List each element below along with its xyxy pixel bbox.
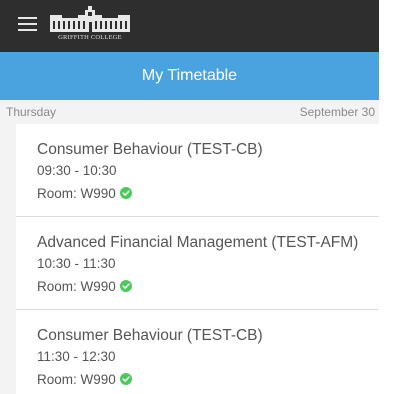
logo-text: GRIFFITH COLLEGE — [58, 34, 122, 41]
check-circle-icon — [119, 187, 132, 199]
class-card[interactable]: Advanced Financial Management (TEST-AFM)… — [16, 217, 379, 309]
top-app-bar: GRIFFITH COLLEGE — [0, 0, 379, 52]
room-label: Room: W990 — [37, 372, 116, 387]
class-room: Room: W990 — [37, 372, 132, 387]
class-room: Room: W990 — [37, 279, 132, 294]
day-header: Thursday September 30 — [0, 100, 379, 124]
class-time: 09:30 - 10:30 — [37, 163, 117, 178]
check-circle-icon — [119, 280, 132, 292]
timetable-list: Consumer Behaviour (TEST-CB) 09:30 - 10:… — [0, 124, 379, 394]
class-time: 11:30 - 12:30 — [37, 349, 116, 364]
class-card[interactable]: Consumer Behaviour (TEST-CB) 09:30 - 10:… — [16, 124, 379, 216]
page-title: My Timetable — [0, 52, 379, 100]
room-label: Room: W990 — [37, 186, 116, 201]
course-title: Consumer Behaviour (TEST-CB) — [37, 141, 263, 158]
course-title: Consumer Behaviour (TEST-CB) — [37, 327, 263, 344]
date-label: September 30 — [299, 105, 375, 119]
app-screen: GRIFFITH COLLEGE My Timetable Thursday S… — [0, 0, 379, 394]
class-time: 10:30 - 11:30 — [37, 256, 116, 271]
course-title: Advanced Financial Management (TEST-AFM) — [37, 234, 359, 251]
check-circle-icon — [119, 373, 132, 385]
class-room: Room: W990 — [37, 186, 132, 201]
hamburger-menu-icon[interactable] — [18, 17, 37, 33]
class-card[interactable]: Consumer Behaviour (TEST-CB) 11:30 - 12:… — [16, 310, 379, 394]
college-logo: GRIFFITH COLLEGE — [48, 6, 132, 42]
room-label: Room: W990 — [37, 279, 116, 294]
day-label: Thursday — [6, 105, 57, 119]
